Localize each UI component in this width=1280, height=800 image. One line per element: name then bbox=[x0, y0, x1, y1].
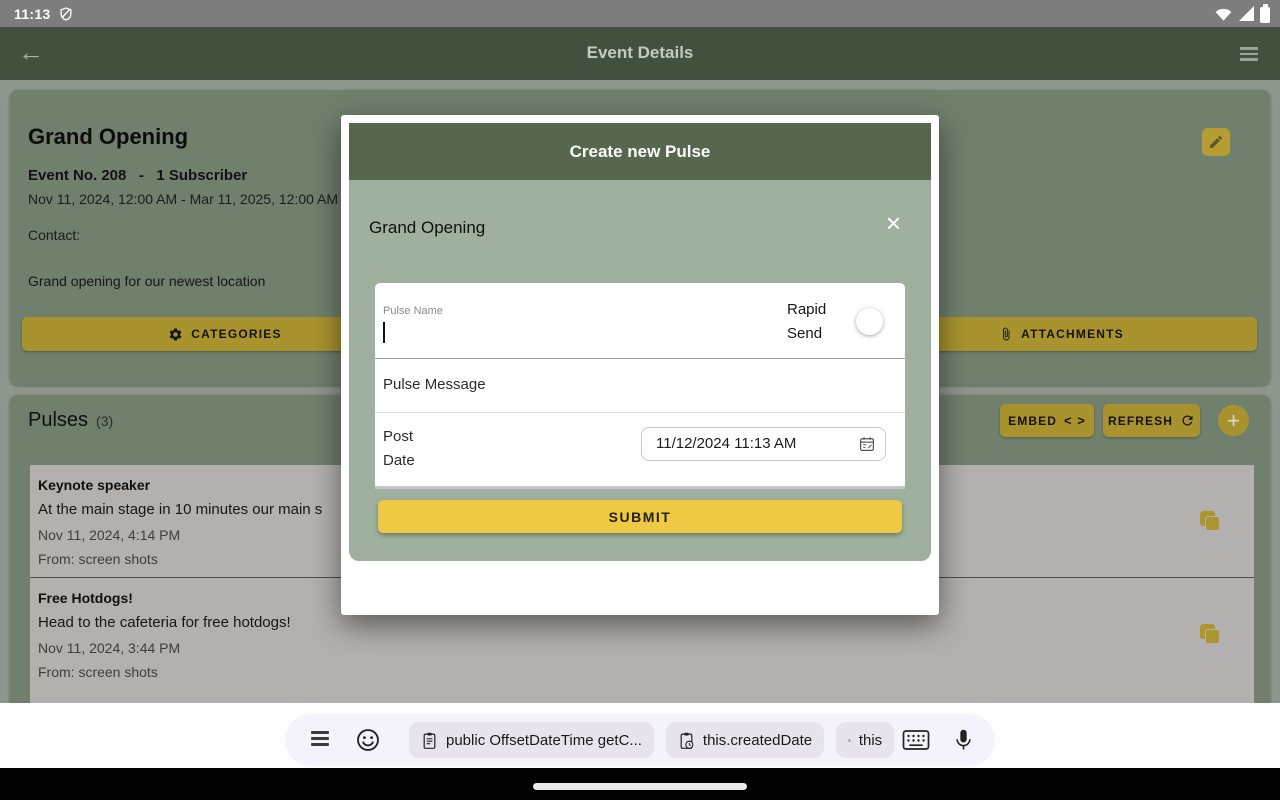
event-date-range: Nov 11, 2024, 12:00 AM - Mar 11, 2025, 1… bbox=[28, 191, 338, 207]
create-pulse-modal: Create new Pulse Grand Opening × Pulse N… bbox=[341, 115, 939, 615]
page-title: Event Details bbox=[0, 43, 1280, 63]
signal-icon bbox=[1239, 6, 1254, 21]
copy-icon[interactable] bbox=[1200, 624, 1222, 646]
event-contact-label: Contact: bbox=[28, 227, 80, 243]
refresh-label: REFRESH bbox=[1108, 414, 1173, 428]
shield-icon bbox=[59, 6, 73, 22]
copy-icon[interactable] bbox=[1200, 511, 1222, 533]
refresh-icon bbox=[1180, 413, 1195, 428]
gear-icon bbox=[168, 327, 183, 342]
suggestion-pill: public OffsetDateTime getC... this.creat… bbox=[285, 714, 995, 766]
status-bar: 11:13 bbox=[0, 0, 1280, 27]
post-date-value: 11/12/2024 11:13 AM bbox=[656, 435, 796, 452]
add-pulse-button[interactable]: + bbox=[1218, 405, 1249, 436]
screen: 11:13 ← Event Details Grand Opening Even… bbox=[0, 0, 1280, 800]
wifi-icon bbox=[1214, 6, 1233, 21]
pulse-name-input[interactable] bbox=[379, 319, 799, 349]
pulse-name-label: Pulse Name bbox=[383, 305, 443, 317]
modal-header: Create new Pulse bbox=[349, 123, 931, 180]
pulses-title: Pulses(3) bbox=[28, 409, 113, 432]
pulse-name-row: Pulse Name Rapid Send bbox=[375, 283, 905, 359]
battery-icon bbox=[1260, 7, 1270, 23]
chip-label: this.createdDate bbox=[703, 732, 812, 749]
modal-title: Create new Pulse bbox=[570, 142, 711, 162]
post-date-label: Post Date bbox=[383, 425, 429, 473]
home-indicator[interactable] bbox=[533, 783, 747, 790]
paperclip-icon bbox=[999, 327, 1013, 341]
event-title: Grand Opening bbox=[28, 124, 188, 150]
submit-button[interactable]: SUBMIT bbox=[378, 500, 902, 533]
code-icon: < > bbox=[1064, 413, 1086, 428]
edit-event-button[interactable] bbox=[1202, 128, 1230, 156]
embed-label: EMBED bbox=[1008, 414, 1057, 428]
clipboard-suggestion-chip[interactable]: this bbox=[836, 722, 894, 758]
chip-label: public OffsetDateTime getC... bbox=[446, 732, 642, 749]
app-bar: ← Event Details bbox=[0, 27, 1280, 80]
chip-label: this bbox=[859, 732, 882, 749]
pulse-message: Head to the cafeteria for free hotdogs! bbox=[38, 614, 1194, 631]
keyboard-icon[interactable] bbox=[902, 729, 930, 751]
event-description: Grand opening for our newest location bbox=[28, 273, 265, 289]
overflow-menu-icon[interactable] bbox=[1240, 47, 1258, 64]
pulse-date: Nov 11, 2024, 3:44 PM bbox=[38, 640, 1194, 656]
clipboard-clock-icon bbox=[678, 731, 695, 750]
modal-event-name: Grand Opening bbox=[369, 218, 485, 238]
pulse-form: Pulse Name Rapid Send Pulse Message Post… bbox=[375, 283, 905, 489]
status-time: 11:13 bbox=[14, 6, 51, 22]
categories-label: CATEGORIES bbox=[191, 327, 281, 341]
pulse-message-row[interactable]: Pulse Message bbox=[375, 359, 905, 413]
clipboard-suggestion-chip[interactable]: this.createdDate bbox=[666, 722, 824, 758]
navigation-bar bbox=[0, 768, 1280, 800]
rapid-send-label: Rapid Send bbox=[787, 298, 841, 346]
modal-body: Grand Opening × Pulse Name Rapid Send Pu… bbox=[349, 180, 931, 561]
refresh-button[interactable]: REFRESH bbox=[1103, 404, 1200, 437]
clipboard-icon bbox=[421, 731, 438, 750]
pencil-icon bbox=[1208, 134, 1224, 150]
pulse-message-label: Pulse Message bbox=[383, 376, 486, 393]
attachments-label: ATTACHMENTS bbox=[1021, 327, 1124, 341]
status-right-icons bbox=[1214, 0, 1270, 27]
clipboard-suggestion-chip[interactable]: public OffsetDateTime getC... bbox=[409, 722, 654, 758]
embed-button[interactable]: EMBED < > bbox=[1000, 404, 1094, 437]
input-menu-icon[interactable] bbox=[311, 731, 329, 749]
event-number-subscribers: Event No. 208 - 1 Subscriber bbox=[28, 167, 247, 184]
keyboard-suggestion-area: public OffsetDateTime getC... this.creat… bbox=[0, 703, 1280, 768]
post-date-input[interactable]: 11/12/2024 11:13 AM bbox=[641, 427, 886, 461]
rapid-send-toggle[interactable] bbox=[856, 308, 883, 335]
calendar-icon[interactable] bbox=[858, 435, 876, 458]
clipboard-clock-icon bbox=[848, 731, 851, 750]
emoji-icon[interactable] bbox=[355, 727, 381, 753]
post-date-row: Post Date 11/12/2024 11:13 AM bbox=[375, 413, 905, 485]
pulse-from: From: screen shots bbox=[38, 664, 1194, 680]
clipped-chip-wrapper: this bbox=[836, 722, 894, 758]
form-bottom-strip bbox=[375, 486, 905, 489]
mic-icon[interactable] bbox=[954, 727, 973, 753]
pulses-count: (3) bbox=[96, 413, 113, 429]
close-icon[interactable]: × bbox=[886, 210, 901, 236]
